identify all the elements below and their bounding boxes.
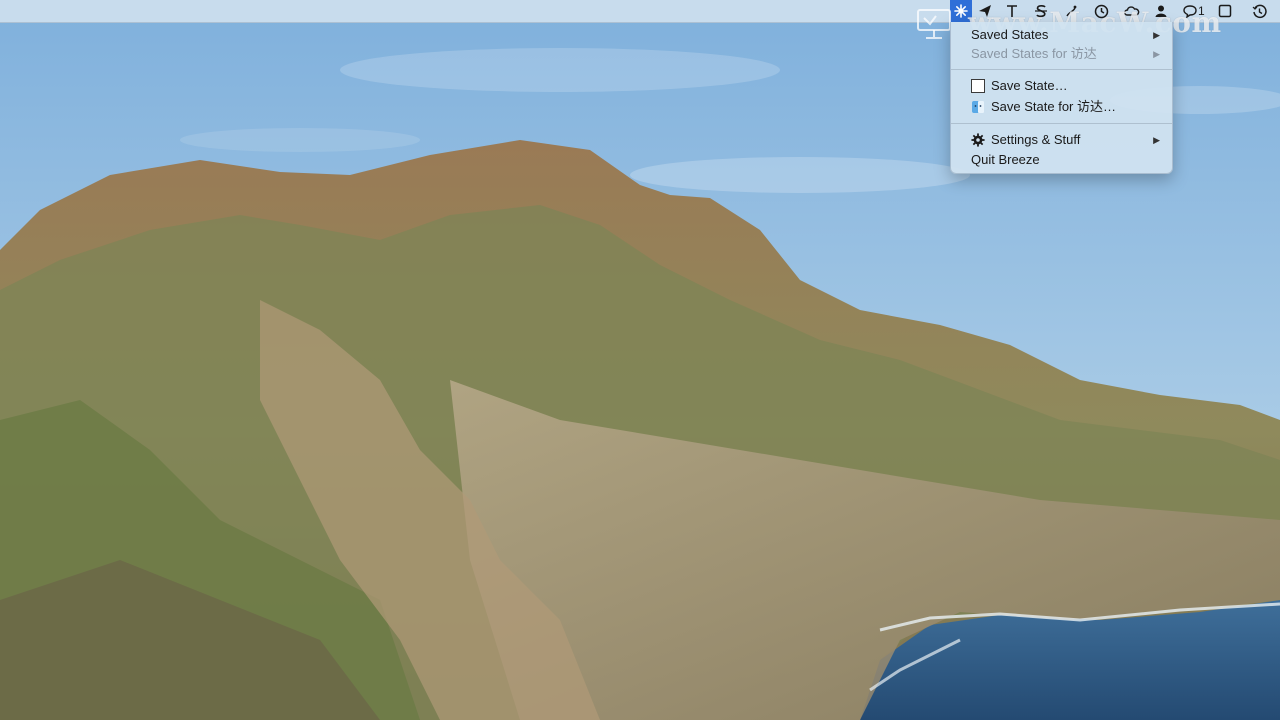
submenu-arrow-icon: ▶ <box>1153 30 1160 40</box>
menu-item-saved-states[interactable]: Saved States ▶ <box>951 25 1172 45</box>
finder-icon <box>972 101 984 113</box>
menu-item-label: Quit Breeze <box>971 152 1040 167</box>
send-icon[interactable] <box>974 0 996 22</box>
menu-bar: 1 <box>0 0 1280 23</box>
menu-item-label: Save State… <box>991 78 1068 93</box>
menu-item-label: Saved States for 访达 <box>971 46 1097 61</box>
menu-separator <box>951 123 1172 124</box>
menu-item-label: Settings & Stuff <box>991 132 1081 147</box>
user-icon[interactable] <box>1150 0 1172 22</box>
status-icon[interactable] <box>1060 0 1082 22</box>
menu-item-save-state[interactable]: Save State… <box>951 76 1172 96</box>
creative-cloud-icon[interactable] <box>1121 0 1143 22</box>
window-icon[interactable] <box>1214 0 1236 22</box>
time-machine-icon[interactable] <box>1248 0 1270 22</box>
submenu-arrow-icon: ▶ <box>1153 135 1160 145</box>
messages-count: 1 <box>1198 4 1205 18</box>
menu-item-saved-states-finder: Saved States for 访达 ▶ <box>951 44 1172 64</box>
menu-separator <box>951 69 1172 70</box>
breeze-icon[interactable] <box>950 0 972 22</box>
clock-dial-icon[interactable] <box>1090 0 1112 22</box>
breeze-menu: Saved States ▶ Saved States for 访达 ▶ Sav… <box>950 22 1173 174</box>
gear-icon <box>971 133 985 147</box>
menu-item-quit[interactable]: Quit Breeze <box>951 150 1172 170</box>
window-outline-icon <box>971 79 985 93</box>
menu-item-save-state-finder[interactable]: Save State for 访达… <box>951 97 1172 117</box>
menu-item-settings[interactable]: Settings & Stuff ▶ <box>951 130 1172 150</box>
text-icon[interactable] <box>1001 0 1023 22</box>
menu-item-label: Save State for 访达… <box>991 99 1116 114</box>
strikethrough-icon[interactable] <box>1030 0 1052 22</box>
submenu-arrow-icon: ▶ <box>1153 49 1160 59</box>
menu-item-label: Saved States <box>971 27 1049 42</box>
